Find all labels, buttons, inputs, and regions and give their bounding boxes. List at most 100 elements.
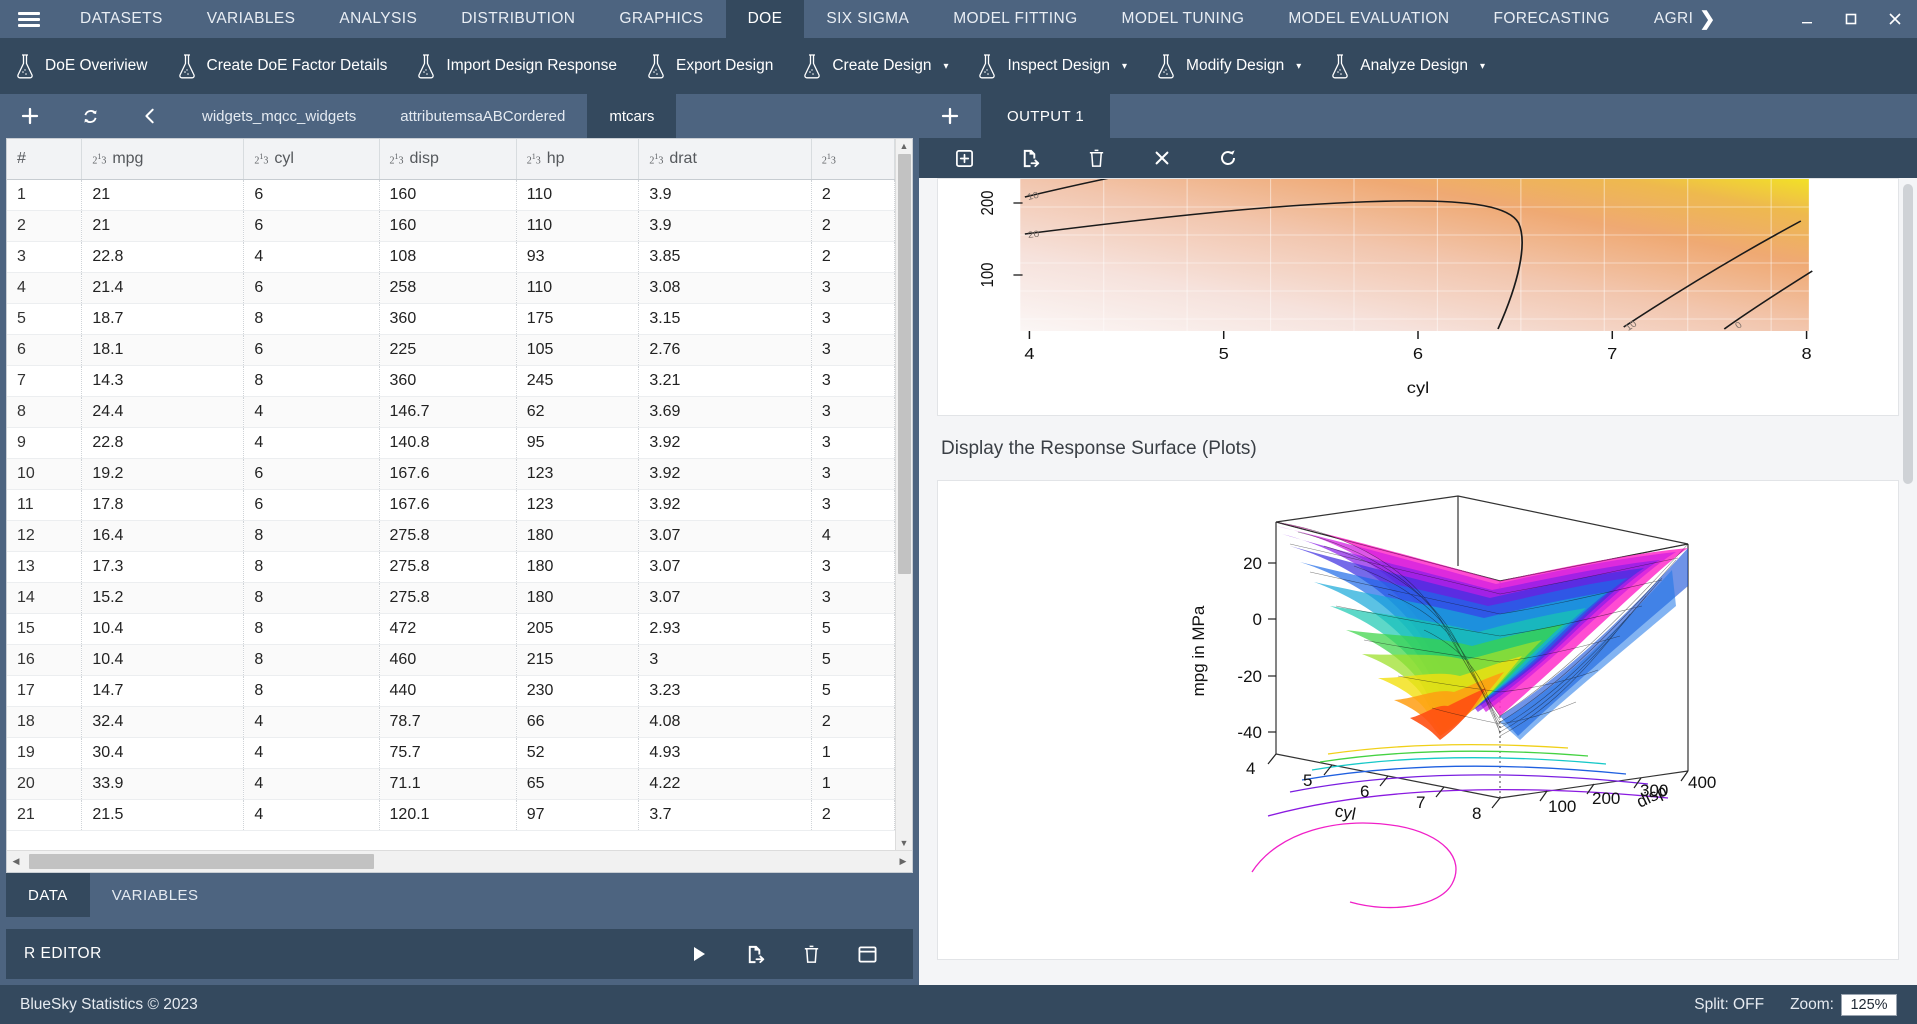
table-cell[interactable]: 3 <box>811 489 894 520</box>
refresh-icon[interactable] <box>1195 138 1261 178</box>
ribbon-inspect-design-button[interactable]: Inspect Design ▾ <box>962 38 1141 94</box>
row-number-cell[interactable]: 15 <box>7 613 82 644</box>
previous-dataset-chevron-left-icon[interactable] <box>120 94 180 138</box>
chevron-down-icon[interactable]: ▾ <box>1122 61 1127 72</box>
row-number-cell[interactable]: 9 <box>7 427 82 458</box>
table-cell[interactable]: 2 <box>811 210 894 241</box>
menu-item-variables[interactable]: VARIABLES <box>185 0 318 38</box>
column-header-hp[interactable]: 213hp <box>516 139 639 179</box>
table-cell[interactable]: 4 <box>244 737 379 768</box>
ribbon-modify-design-button[interactable]: Modify Design ▾ <box>1141 38 1315 94</box>
table-cell[interactable]: 24.4 <box>82 396 244 427</box>
table-row[interactable]: 824.44146.7623.693 <box>7 396 895 427</box>
table-cell[interactable]: 6 <box>244 458 379 489</box>
table-cell[interactable]: 4.22 <box>639 768 812 799</box>
add-dataset-plus-icon[interactable] <box>0 94 60 138</box>
table-cell[interactable]: 8 <box>244 613 379 644</box>
table-cell[interactable]: 3 <box>811 396 894 427</box>
table-cell[interactable]: 275.8 <box>379 582 516 613</box>
scroll-right-icon[interactable]: ▶ <box>894 856 912 867</box>
tab-data[interactable]: DATA <box>6 873 90 917</box>
table-cell[interactable]: 110 <box>516 179 639 210</box>
row-number-cell[interactable]: 3 <box>7 241 82 272</box>
table-cell[interactable]: 180 <box>516 520 639 551</box>
output-scroll-thumb[interactable] <box>1903 184 1913 484</box>
table-cell[interactable]: 21.5 <box>82 799 244 830</box>
table-cell[interactable]: 180 <box>516 582 639 613</box>
table-cell[interactable]: 2 <box>811 799 894 830</box>
table-row[interactable]: 1415.28275.81803.073 <box>7 582 895 613</box>
run-icon[interactable] <box>671 944 727 964</box>
table-cell[interactable]: 120.1 <box>379 799 516 830</box>
table-cell[interactable]: 160 <box>379 179 516 210</box>
table-cell[interactable]: 3 <box>811 303 894 334</box>
table-cell[interactable]: 4 <box>244 768 379 799</box>
column-header-mpg[interactable]: 213mpg <box>82 139 244 179</box>
table-cell[interactable]: 4 <box>244 396 379 427</box>
table-cell[interactable]: 33.9 <box>82 768 244 799</box>
table-cell[interactable]: 167.6 <box>379 489 516 520</box>
horizontal-scroll-track[interactable] <box>25 851 894 872</box>
row-number-cell[interactable]: 5 <box>7 303 82 334</box>
table-cell[interactable]: 215 <box>516 644 639 675</box>
row-number-cell[interactable]: 14 <box>7 582 82 613</box>
table-cell[interactable]: 146.7 <box>379 396 516 427</box>
table-cell[interactable]: 2 <box>811 179 894 210</box>
table-cell[interactable]: 5 <box>811 675 894 706</box>
table-row[interactable]: 1216.48275.81803.074 <box>7 520 895 551</box>
ribbon-analyze-design-button[interactable]: Analyze Design ▾ <box>1315 38 1499 94</box>
vertical-scroll-thumb[interactable] <box>898 154 911 574</box>
table-cell[interactable]: 4 <box>811 520 894 551</box>
row-number-cell[interactable]: 11 <box>7 489 82 520</box>
table-row[interactable]: 714.383602453.213 <box>7 365 895 396</box>
column-header-rownum[interactable]: # <box>7 139 82 179</box>
table-cell[interactable]: 123 <box>516 458 639 489</box>
row-number-cell[interactable]: 10 <box>7 458 82 489</box>
menu-item-graphics[interactable]: GRAPHICS <box>597 0 725 38</box>
table-row[interactable]: 1832.4478.7664.082 <box>7 706 895 737</box>
menu-item-forecasting[interactable]: FORECASTING <box>1471 0 1631 38</box>
row-number-cell[interactable]: 6 <box>7 334 82 365</box>
table-cell[interactable]: 160 <box>379 210 516 241</box>
zoom-value-input[interactable]: 125% <box>1841 994 1897 1016</box>
output-content-scroll[interactable]: 10 20 10 0 200 100 <box>919 178 1917 985</box>
menu-item-datasets[interactable]: DATASETS <box>58 0 185 38</box>
row-number-cell[interactable]: 12 <box>7 520 82 551</box>
table-cell[interactable]: 22.8 <box>82 241 244 272</box>
table-cell[interactable]: 230 <box>516 675 639 706</box>
row-number-cell[interactable]: 20 <box>7 768 82 799</box>
table-cell[interactable]: 460 <box>379 644 516 675</box>
table-cell[interactable]: 78.7 <box>379 706 516 737</box>
table-cell[interactable]: 8 <box>244 675 379 706</box>
chevron-down-icon[interactable]: ▾ <box>1296 61 1301 72</box>
table-row[interactable]: 518.783601753.153 <box>7 303 895 334</box>
table-cell[interactable]: 4.08 <box>639 706 812 737</box>
table-cell[interactable]: 8 <box>244 303 379 334</box>
table-cell[interactable]: 21 <box>82 210 244 241</box>
table-cell[interactable]: 1 <box>811 737 894 768</box>
export-file-icon[interactable] <box>727 944 783 965</box>
table-cell[interactable]: 6 <box>244 210 379 241</box>
scroll-down-icon[interactable]: ▼ <box>900 836 909 850</box>
table-row[interactable]: 1714.784402303.235 <box>7 675 895 706</box>
table-cell[interactable]: 2 <box>811 241 894 272</box>
row-number-cell[interactable]: 7 <box>7 365 82 396</box>
table-row[interactable]: 1930.4475.7524.931 <box>7 737 895 768</box>
menu-item-doe[interactable]: DOE <box>726 0 805 38</box>
table-cell[interactable]: 110 <box>516 210 639 241</box>
table-cell[interactable]: 3 <box>811 334 894 365</box>
table-cell[interactable]: 3.85 <box>639 241 812 272</box>
table-row[interactable]: 922.84140.8953.923 <box>7 427 895 458</box>
table-cell[interactable]: 75.7 <box>379 737 516 768</box>
row-number-cell[interactable]: 18 <box>7 706 82 737</box>
table-cell[interactable]: 21.4 <box>82 272 244 303</box>
column-header-disp[interactable]: 213disp <box>379 139 516 179</box>
maximize-icon[interactable] <box>1829 0 1873 38</box>
table-cell[interactable]: 8 <box>244 644 379 675</box>
table-cell[interactable]: 275.8 <box>379 551 516 582</box>
table-row[interactable]: 322.84108933.852 <box>7 241 895 272</box>
row-number-cell[interactable]: 13 <box>7 551 82 582</box>
table-cell[interactable]: 17.8 <box>82 489 244 520</box>
table-cell[interactable]: 245 <box>516 365 639 396</box>
trash-icon[interactable] <box>783 944 839 965</box>
